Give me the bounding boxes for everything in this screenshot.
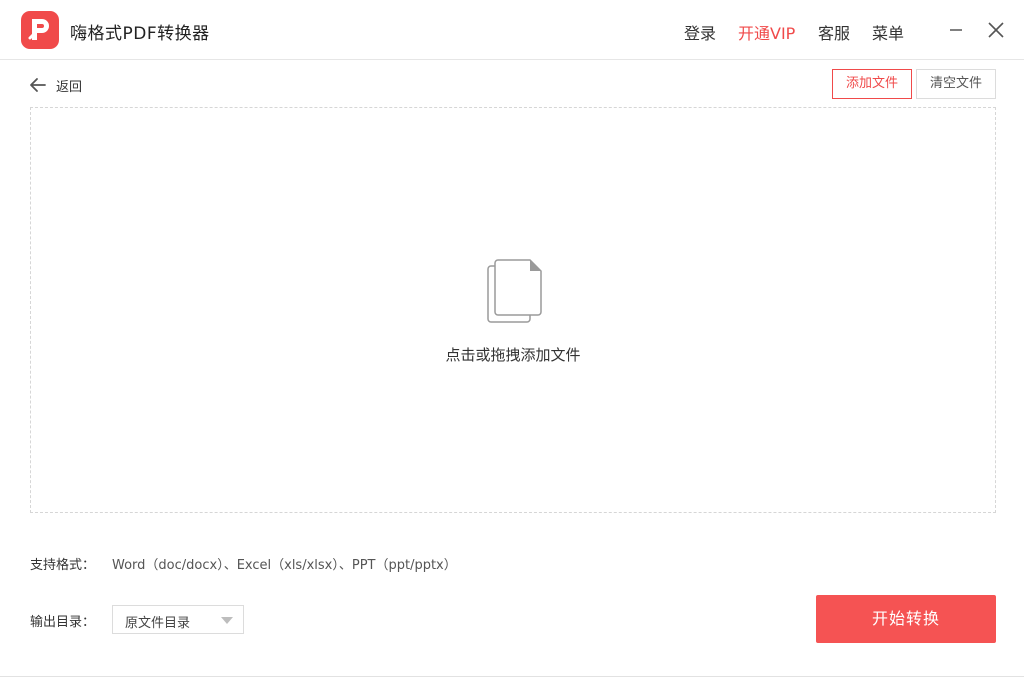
file-drop-zone[interactable]: 点击或拖拽添加文件 <box>30 107 996 513</box>
pdf-converter-logo-icon <box>28 19 49 40</box>
supported-formats-label: 支持格式： <box>30 558 96 573</box>
drop-hint-text: 点击或拖拽添加文件 <box>445 346 581 364</box>
back-button[interactable]: 返回 <box>28 74 82 96</box>
back-label: 返回 <box>56 79 83 95</box>
minimize-icon <box>950 29 962 31</box>
output-directory-value: 原文件目录 <box>125 616 191 631</box>
menu-link[interactable]: 菜单 <box>872 20 904 44</box>
close-icon <box>988 22 1004 38</box>
vip-link[interactable]: 开通VIP <box>738 20 795 44</box>
minimize-button[interactable] <box>944 18 968 42</box>
add-file-button[interactable]: 添加文件 <box>832 69 912 99</box>
customer-service-link[interactable]: 客服 <box>818 20 850 44</box>
arrow-left-icon <box>30 78 46 92</box>
document-stack-icon <box>487 259 542 323</box>
start-conversion-button[interactable]: 开始转换 <box>816 595 996 643</box>
supported-formats-value: Word（doc/docx）、Excel（xls/xlsx）、PPT（ppt/p… <box>112 558 457 573</box>
bottom-divider <box>0 676 1024 677</box>
close-button[interactable] <box>984 18 1008 42</box>
app-logo <box>21 11 59 49</box>
login-link[interactable]: 登录 <box>684 20 716 44</box>
app-title: 嗨格式PDF转换器 <box>70 24 210 44</box>
clear-files-button[interactable]: 清空文件 <box>916 69 996 99</box>
title-bar: 嗨格式PDF转换器 登录 开通VIP 客服 菜单 <box>0 0 1024 60</box>
chevron-down-icon <box>221 617 233 624</box>
output-directory-select[interactable]: 原文件目录 <box>112 605 244 634</box>
output-directory-label: 输出目录： <box>30 615 96 630</box>
